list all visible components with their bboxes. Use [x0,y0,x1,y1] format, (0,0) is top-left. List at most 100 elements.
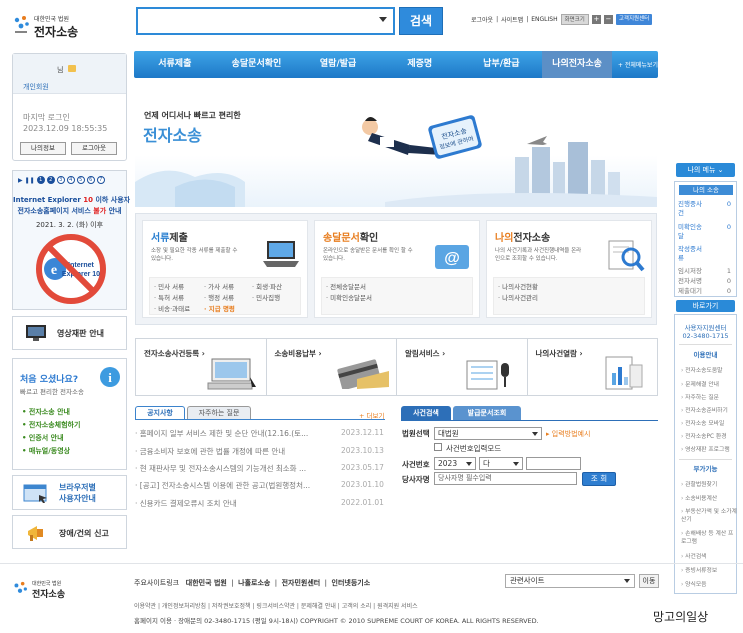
notice-row[interactable]: · 신용카드 결제오류시 조치 안내 2022.01.01 [135,498,387,510]
welcome-link-guide[interactable]: • 전자소송 안내 [22,407,70,417]
link-non-contentious[interactable]: · 비송·과태료 [154,304,198,315]
shortcut-link[interactable]: 문제해결 안내 [681,381,737,389]
shortcut-link[interactable]: 전자소송도움말 [681,367,737,375]
my-lawsuit-row[interactable]: 진행중사건 0 [678,200,735,218]
link-unconfirmed-documents[interactable]: · 미확인송달문서 [326,293,468,304]
shortcut-button[interactable]: 바로가기 [676,300,735,312]
shortcut-link[interactable]: 소송비용계산 [681,495,737,503]
logo[interactable]: 대한민국 법원 전자소송 [12,12,107,39]
banner-page-dot[interactable]: 1 [36,176,45,184]
banner-page-dot[interactable]: 5 [76,176,85,184]
shortcut-link[interactable]: 영상재판 프로그램 [681,446,737,454]
my-lawsuit-row[interactable]: 미확인송달 0 [678,223,735,241]
quick-notification[interactable]: 알림서비스 › [397,339,528,395]
link-execution[interactable]: · 민사집행 [252,293,280,304]
banner-page-dot[interactable]: 4 [66,176,75,184]
nav-item-submit[interactable]: 서류제출 [134,51,216,78]
related-sites-select[interactable]: 관련사이트 [505,574,635,588]
my-menu-button[interactable]: 나의 메뉴 ⌄ [676,163,735,177]
my-lawsuit-row[interactable]: 제출대기 0 [678,287,735,296]
quick-case-register[interactable]: 전자소송사건등록 › [136,339,267,395]
service-card-delivery[interactable]: 송달문서확인 온라인으로 송달받은 문서를 확인 할 수 있습니다. @ · 전… [314,220,480,318]
shortcut-link[interactable]: 전자소송 모바일 [681,420,737,428]
zoom-out-button[interactable]: − [603,15,613,24]
sitemap-link[interactable]: 사이트맵 [501,15,523,24]
link-my-case-manage[interactable]: · 나의사건관리 [498,293,640,304]
logout-button[interactable]: 로그아웃 [71,142,117,155]
english-link[interactable]: ENGLISH [531,16,557,23]
play-icon[interactable]: ▶ [18,177,23,184]
shortcut-link[interactable]: 손해배상 등 계산 프로그램 [681,530,737,546]
shortcut-link[interactable]: 양식모음 [681,581,737,589]
nav-item-my-lawsuit[interactable]: 나의전자소송 [542,51,612,78]
search-button[interactable]: 검색 [399,7,443,35]
shortcut-link[interactable]: 관할법원찾기 [681,481,737,489]
banner-page-dot[interactable]: 2 [46,176,55,184]
quick-payment[interactable]: 소송비용납부 › [267,339,397,395]
link-admin[interactable]: · 행정 서류 [204,293,246,304]
service-card-my-lawsuit[interactable]: 나의전자소송 나의 사건기록과 사건진행내역을 온라인으로 조회할 수 있습니다… [486,220,652,318]
tab-issued-docs[interactable]: 발급문서조회 [453,406,521,420]
case-number-input[interactable] [526,457,581,470]
checkbox[interactable] [434,443,442,451]
my-info-button[interactable]: 나의정보 [20,142,66,155]
link-family[interactable]: · 가사 서류 [204,282,246,293]
my-lawsuit-row[interactable]: 작성중서류 [678,245,735,263]
quick-case-view[interactable]: 나의사건열람 › [528,339,658,395]
banner-page-dot[interactable]: 6 [86,176,95,184]
nav-item-payment[interactable]: 납부/환급 [461,51,543,78]
shortcut-link[interactable]: 부동산가액 및 소가계산기 [681,508,737,524]
service-card-submit[interactable]: 서류제출 소장 및 필요한 각종 서류를 제출할 수 있습니다. · 민사 서류… [142,220,308,318]
support-center-label[interactable]: 사용자지원센터 [675,322,736,332]
case-type-select[interactable]: 다 [479,457,523,470]
year-select[interactable]: 2023 [434,457,476,470]
court-select[interactable]: 대법원 [434,427,542,440]
all-menu-link[interactable]: + 전체메뉴보기 [612,60,658,69]
banner-page-dot[interactable]: 7 [96,176,105,184]
notice-row[interactable]: · 현 재판사무 및 전자소송시스템의 기능개선 최소화 ... 2023.05… [135,463,387,475]
footer-link[interactable]: 나홀로소송 [238,579,270,587]
chevron-down-icon[interactable] [379,17,387,22]
welcome-link-manual[interactable]: • 매뉴얼/동영상 [22,446,70,456]
shortcut-link[interactable]: 증빙서류정보 [681,567,737,575]
welcome-link-experience[interactable]: • 전자소송체험하기 [22,420,80,430]
more-link[interactable]: + 더보기 [359,410,384,420]
tab-faq[interactable]: 자주하는 질문 [187,406,251,420]
footer-link[interactable]: 인터넷등기소 [332,579,371,587]
footer-link[interactable]: 대한민국 법원 [186,579,227,587]
notice-row[interactable]: · [공고] 전자소송시스템 이용에 관한 공고(법원행정처... 2023.0… [135,480,387,492]
nav-item-certificate[interactable]: 제증명 [379,51,461,78]
my-lawsuit-row[interactable]: 임시저장 1 [678,267,735,276]
move-button[interactable]: 이동 [639,574,659,588]
banner-page-dot[interactable]: 3 [56,176,65,184]
tab-notice[interactable]: 공지사항 [135,406,185,420]
video-trial-link[interactable]: 영상재판 안내 [12,316,127,350]
my-lawsuit-row[interactable]: 전자서명 0 [678,277,735,286]
footer-link[interactable]: 전자민원센터 [282,579,321,587]
link-all-documents[interactable]: · 전체송달문서 [326,282,468,293]
shortcut-link[interactable]: 자주하는 질문 [681,394,737,402]
welcome-link-certificate[interactable]: • 인증서 안내 [22,433,64,443]
search-input[interactable] [136,7,395,35]
nav-item-service-check[interactable]: 송달문서확인 [216,51,298,78]
link-patent[interactable]: · 특허 서류 [154,293,198,304]
zoom-in-button[interactable]: + [591,15,601,24]
input-method-link[interactable]: ▸ 입력방법예시 [546,429,590,439]
shortcut-link[interactable]: 전자소송준비하기 [681,407,737,415]
logout-link[interactable]: 로그아웃 [471,15,493,24]
nav-item-view-issue[interactable]: 열람/발급 [297,51,379,78]
link-payment-order[interactable]: · 지급 명령 [204,304,246,315]
ie-notice-banner[interactable]: ▶ ❚❚ 1 2 3 4 5 6 7 Internet Explorer 10 … [12,170,130,310]
footer-policy-links[interactable]: 이용약관 | 개인정보처리방침 | 저작권보호정책 | 링크서비스약관 | 문제… [134,601,418,610]
notice-row[interactable]: · 금융소비자 보호에 관한 법률 개정에 따른 안내 2023.10.13 [135,446,387,458]
link-bankruptcy[interactable]: · 회생·파산 [252,282,282,293]
query-button[interactable]: 조 회 [582,472,616,486]
notice-row[interactable]: · 홈페이지 일부 서비스 제한 및 순단 안내(12.16.(토... 202… [135,428,387,440]
link-my-case-status[interactable]: · 나의사건현황 [498,282,640,293]
party-name-input[interactable]: 당사자명 필수입력 [434,472,577,485]
remote-support-button[interactable]: 고객지원센터 [615,14,653,25]
shortcut-link[interactable]: 전자소송PC 환경 [681,433,737,441]
pause-icon[interactable]: ❚❚ [25,177,35,184]
shortcut-link[interactable]: 사건검색 [681,553,737,561]
error-report-link[interactable]: 장애/건의 신고 [12,515,127,549]
